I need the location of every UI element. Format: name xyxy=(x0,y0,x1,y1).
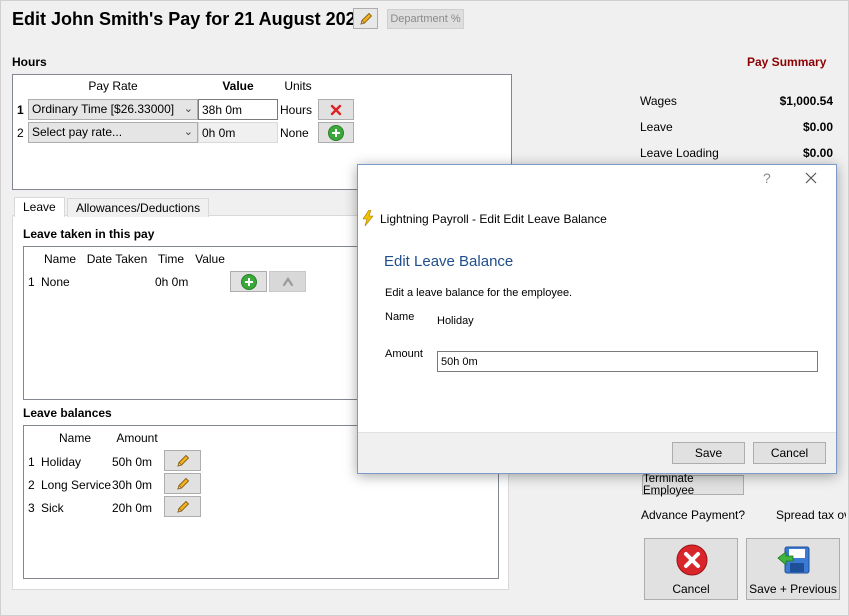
edit-balance-button[interactable] xyxy=(164,450,201,471)
dialog-app-title: Lightning Payroll - Edit Edit Leave Bala… xyxy=(380,212,607,226)
help-button[interactable]: ? xyxy=(763,170,771,186)
balance-amount: 20h 0m xyxy=(112,501,153,515)
col-name: Name xyxy=(43,252,76,266)
amount-label: Amount xyxy=(385,348,423,360)
delete-row-button[interactable] xyxy=(318,99,354,120)
row-number: 3 xyxy=(28,501,35,515)
summary-value-wages: $1,000.54 xyxy=(779,94,833,108)
col-date-taken: Date Taken xyxy=(86,252,148,266)
row-number: 1 xyxy=(28,455,35,469)
col-units: Units xyxy=(284,79,312,93)
balance-name: Sick xyxy=(41,501,64,515)
pencil-icon xyxy=(176,454,189,467)
green-plus-icon xyxy=(240,273,257,290)
row-number: 2 xyxy=(28,478,35,492)
save-previous-label: Save + Previous xyxy=(749,582,837,596)
green-plus-icon xyxy=(328,124,344,141)
dialog-description: Edit a leave balance for the employee. xyxy=(385,287,573,299)
col-amount: Amount xyxy=(116,431,158,445)
cancel-pay-label: Cancel xyxy=(672,582,710,596)
close-dialog-button[interactable] xyxy=(804,171,818,188)
save-previous-button[interactable]: Save + Previous xyxy=(746,538,840,600)
col-value: Value xyxy=(195,252,225,266)
balance-name: Holiday xyxy=(41,455,82,469)
leave-taken-label: Leave taken in this pay xyxy=(23,227,155,241)
spread-tax-label: Spread tax ov xyxy=(776,508,846,522)
units-value: None xyxy=(280,126,309,140)
summary-value-leave-loading: $0.00 xyxy=(802,146,833,160)
amount-field[interactable]: 50h 0m xyxy=(437,351,818,372)
leave-balances-label: Leave balances xyxy=(23,406,112,420)
edit-title-button[interactable] xyxy=(353,8,378,29)
dialog-save-button[interactable]: Save xyxy=(672,442,745,464)
add-leave-button[interactable] xyxy=(230,271,267,292)
chevron-down-icon: ⌄ xyxy=(183,126,193,138)
balance-name: Long Service xyxy=(41,478,112,492)
pay-rate-select[interactable]: Select pay rate... ⌄ xyxy=(28,122,198,143)
leave-time: 0h 0m xyxy=(155,275,189,289)
grey-x-icon xyxy=(282,276,293,286)
row-number: 1 xyxy=(28,275,35,289)
summary-label-leave: Leave xyxy=(640,120,673,134)
name-label: Name xyxy=(385,311,415,323)
hours-label: Hours xyxy=(12,55,47,69)
hours-value-field[interactable]: 38h 0m xyxy=(198,99,278,120)
remove-leave-button[interactable] xyxy=(269,271,306,292)
edit-balance-button[interactable] xyxy=(164,496,201,517)
dialog-heading: Edit Leave Balance xyxy=(384,253,514,270)
department-percent-button[interactable]: Department % xyxy=(387,9,464,29)
tab-allowances-deductions[interactable]: Allowances/Deductions xyxy=(67,198,210,217)
col-value: Value xyxy=(222,79,254,93)
lightning-icon xyxy=(362,210,374,226)
cancel-pay-button[interactable]: Cancel xyxy=(644,538,738,600)
pay-summary-heading: Pay Summary xyxy=(747,55,827,69)
leave-taken-grid[interactable]: Name Date Taken Time Value 1 None 0h 0m xyxy=(23,246,368,400)
pay-rate-value: Select pay rate... xyxy=(32,125,123,139)
add-row-button[interactable] xyxy=(318,122,354,143)
dialog-cancel-button[interactable]: Cancel xyxy=(753,442,826,464)
advance-payment-label: Advance Payment? xyxy=(641,508,746,522)
col-pay-rate: Pay Rate xyxy=(88,79,138,93)
cancel-icon xyxy=(676,544,708,576)
pay-rate-value: Ordinary Time [$26.33000] xyxy=(32,102,175,116)
page-title: Edit John Smith's Pay for 21 August 2020 xyxy=(12,9,366,29)
hours-value-field[interactable]: 0h 0m xyxy=(198,122,278,143)
summary-value-leave: $0.00 xyxy=(802,120,833,134)
balance-amount: 50h 0m xyxy=(112,455,153,469)
row-number: 1 xyxy=(17,103,24,117)
red-x-icon xyxy=(330,104,342,115)
col-time: Time xyxy=(157,252,185,266)
edit-balance-button[interactable] xyxy=(164,473,201,494)
summary-label-leave-loading: Leave Loading xyxy=(640,146,719,160)
row-number: 2 xyxy=(17,126,24,140)
edit-leave-balance-dialog: ? Lightning Payroll - Edit Edit Leave Ba… xyxy=(357,164,837,474)
pencil-icon xyxy=(176,477,189,490)
summary-label-wages: Wages xyxy=(640,94,677,108)
chevron-down-icon: ⌄ xyxy=(183,103,193,115)
tab-leave[interactable]: Leave xyxy=(14,197,65,217)
terminate-employee-button[interactable]: Terminate Employee xyxy=(642,473,744,497)
col-name: Name xyxy=(58,431,91,445)
name-value: Holiday xyxy=(437,315,474,327)
save-icon xyxy=(777,546,810,574)
pencil-icon xyxy=(359,12,372,25)
pencil-icon xyxy=(176,500,189,513)
leave-name: None xyxy=(41,275,70,289)
dialog-footer: Save Cancel xyxy=(358,432,836,473)
close-icon xyxy=(805,172,817,184)
pay-rate-select[interactable]: Ordinary Time [$26.33000] ⌄ xyxy=(28,99,198,120)
units-value: Hours xyxy=(280,103,313,117)
balance-amount: 30h 0m xyxy=(112,478,153,492)
